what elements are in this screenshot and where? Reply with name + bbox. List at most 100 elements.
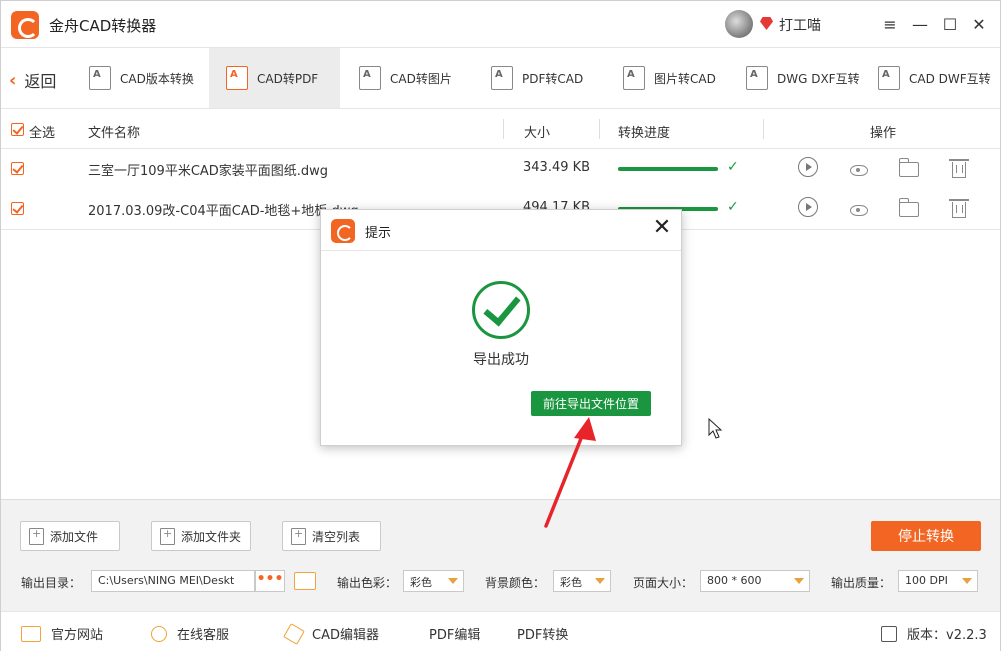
delete-trash-icon[interactable] [948, 197, 970, 219]
select-all-label[interactable]: 全选 [29, 122, 55, 141]
preview-eye-icon[interactable] [848, 197, 870, 219]
tab-image-to-cad[interactable]: 图片转CAD [623, 48, 733, 108]
trash-icon [291, 527, 306, 545]
maximize-button[interactable]: ☐ [937, 11, 963, 37]
table-row[interactable]: 三室一厅109平米CAD家装平面图纸.dwg 343.49 KB ✓ [1, 149, 1000, 189]
color-value: 彩色 [410, 576, 432, 589]
tab-cad-to-pdf[interactable]: CAD转PDF [209, 48, 340, 108]
page-size-value: 800 * 600 [707, 574, 762, 587]
add-file-button[interactable]: 添加文件 [20, 521, 120, 551]
page-size-select[interactable]: 800 * 600 [700, 570, 810, 592]
bg-color-label: 背景颜色： [485, 576, 546, 590]
monitor-icon [21, 625, 41, 642]
stop-convert-button[interactable]: 停止转换 [871, 521, 981, 551]
image-file-icon [359, 66, 381, 90]
column-divider [763, 119, 764, 139]
dwf-file-icon [878, 66, 900, 90]
cad-editor-label: CAD编辑器 [312, 628, 379, 643]
title-bar: 金舟CAD转换器 打工喵 ≡ — ☐ ✕ [1, 1, 1000, 47]
progress-fill [618, 167, 718, 171]
app-logo-icon [331, 219, 355, 243]
hammer-icon [283, 622, 305, 645]
progress-bar [618, 167, 718, 171]
output-dir-label: 输出目录： [21, 576, 82, 590]
output-dir-field[interactable]: C:\Users\NING MEI\Deskt [91, 570, 255, 592]
add-file-icon [29, 527, 44, 545]
open-folder-icon[interactable] [898, 197, 920, 219]
select-all-checkbox[interactable] [11, 123, 24, 136]
version-info[interactable]: 版本：v2.2.3 [881, 624, 987, 643]
service-link[interactable]: 在线客服 [151, 624, 229, 643]
website-link[interactable]: 官方网站 [21, 624, 103, 643]
file-name: 三室一厅109平米CAD家装平面图纸.dwg [88, 164, 329, 179]
dialog-title: 提示 [365, 226, 392, 241]
add-folder-icon [160, 527, 175, 545]
open-output-folder-icon[interactable] [294, 572, 316, 590]
add-file-label: 添加文件 [50, 529, 99, 544]
tab-label: CAD转图片 [390, 71, 452, 86]
pdf-edit-link[interactable]: PDF编辑 [429, 624, 480, 643]
play-icon[interactable] [798, 197, 818, 217]
cad-editor-link[interactable]: CAD编辑器 [283, 622, 379, 645]
dropdown-arrow-icon [448, 578, 458, 584]
browse-button[interactable]: ••• [255, 570, 285, 592]
cad-file-icon [89, 66, 111, 90]
back-label: 返回 [24, 72, 57, 91]
file-size: 343.49 KB [523, 160, 591, 175]
bg-color-select[interactable]: 彩色 [553, 570, 611, 592]
color-label: 输出色彩： [337, 576, 398, 590]
page-size-label: 页面大小： [633, 576, 694, 590]
row-checkbox[interactable] [11, 202, 24, 215]
tab-label: DWG DXF互转 [777, 71, 860, 86]
table-header: 全选 文件名称 大小 转换进度 操作 [1, 111, 1000, 149]
version-label: 版本：v2.2.3 [907, 628, 987, 643]
column-divider [503, 119, 504, 139]
play-icon[interactable] [798, 157, 818, 177]
cad-file-icon [226, 66, 248, 90]
app-title: 金舟CAD转换器 [49, 17, 157, 35]
color-select[interactable]: 彩色 [403, 570, 464, 592]
pdf-file-icon [491, 66, 513, 90]
tab-dwg-dxf[interactable]: DWG DXF互转 [746, 48, 866, 108]
dialog-close-button[interactable]: ✕ [651, 217, 673, 240]
tab-pdf-to-cad[interactable]: PDF转CAD [491, 48, 601, 108]
vip-badge-icon [760, 17, 773, 30]
minimize-button[interactable]: — [907, 11, 933, 37]
quality-label: 输出质量： [831, 576, 892, 590]
check-icon: ✓ [727, 199, 739, 215]
row-checkbox[interactable] [11, 162, 24, 175]
function-toolbar: ‹ 返回 CAD版本转换 CAD转PDF CAD转图片 PDF转CAD 图片转C… [1, 47, 1000, 109]
delete-trash-icon[interactable] [948, 157, 970, 179]
tab-label: CAD转PDF [257, 71, 319, 86]
header-progress: 转换进度 [618, 126, 671, 141]
tab-cad-to-image[interactable]: CAD转图片 [359, 48, 469, 108]
download-icon [881, 625, 897, 642]
tab-label: CAD版本转换 [120, 71, 194, 86]
dropdown-arrow-icon [794, 578, 804, 584]
app-logo-icon [11, 11, 39, 39]
tab-cad-dwf[interactable]: CAD DWF互转 [878, 48, 1000, 108]
dropdown-arrow-icon [595, 578, 605, 584]
avatar[interactable] [725, 10, 753, 38]
website-label: 官方网站 [51, 628, 104, 643]
file-name: 2017.03.09改-C04平面CAD-地毯+地板.dwg [88, 204, 359, 219]
open-folder-icon[interactable] [898, 157, 920, 179]
chevron-left-icon: ‹ [9, 69, 17, 91]
tab-label: 图片转CAD [654, 71, 716, 86]
add-folder-button[interactable]: 添加文件夹 [151, 521, 251, 551]
tab-cad-version[interactable]: CAD版本转换 [89, 48, 207, 108]
preview-eye-icon[interactable] [848, 157, 870, 179]
header-file-name: 文件名称 [88, 126, 141, 141]
clear-list-button[interactable]: 清空列表 [282, 521, 381, 551]
dialog-message: 导出成功 [473, 352, 529, 368]
quality-select[interactable]: 100 DPI [898, 570, 978, 592]
back-button[interactable]: ‹ 返回 [9, 68, 56, 92]
pdf-convert-link[interactable]: PDF转换 [517, 624, 568, 643]
close-button[interactable]: ✕ [966, 11, 992, 37]
header-actions: 操作 [870, 126, 897, 141]
clear-list-label: 清空列表 [312, 529, 361, 544]
open-export-location-button[interactable]: 前往导出文件位置 [531, 391, 651, 416]
quality-value: 100 DPI [905, 574, 948, 587]
menu-button[interactable]: ≡ [877, 11, 903, 37]
username[interactable]: 打工喵 [779, 15, 821, 35]
